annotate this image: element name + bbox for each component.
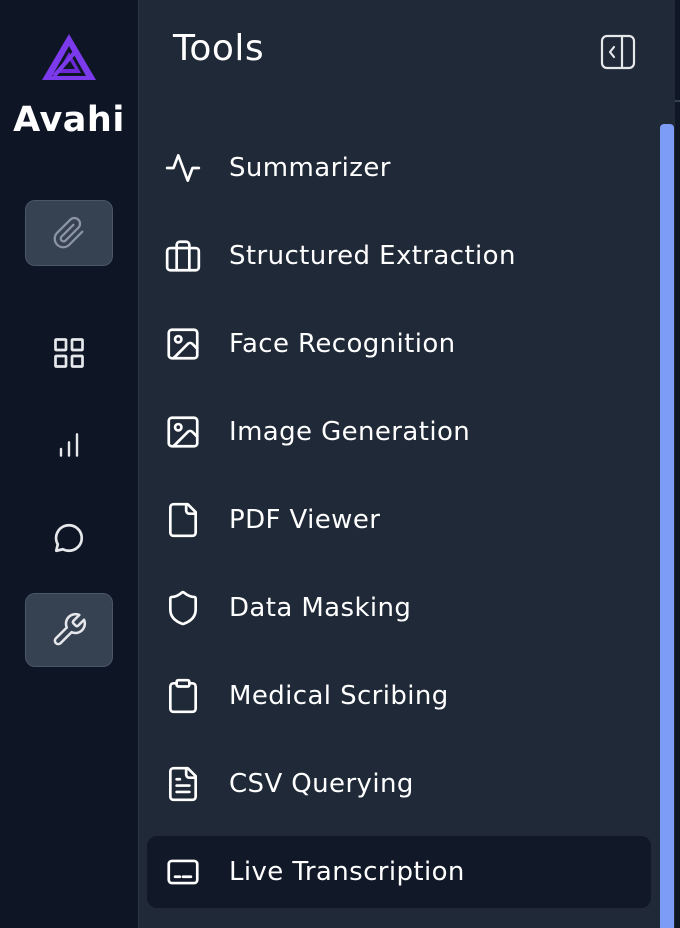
chat-bubble-icon (54, 523, 84, 553)
tool-list: Summarizer Structured Extraction Face Re… (147, 132, 651, 924)
bar-chart-icon (59, 433, 79, 457)
image-icon (167, 416, 199, 448)
tool-label: Summarizer (229, 153, 391, 183)
clipboard-icon (168, 678, 198, 714)
tool-label: Medical Scribing (229, 681, 449, 711)
tool-item-live-transcription[interactable]: Live Transcription (147, 836, 651, 908)
tool-item-structured-extraction[interactable]: Structured Extraction (147, 220, 651, 292)
tool-item-data-masking[interactable]: Data Masking (147, 572, 651, 644)
panel-scrollbar[interactable] (660, 124, 674, 928)
captions-icon (167, 859, 199, 885)
tool-item-pdf-viewer[interactable]: PDF Viewer (147, 484, 651, 556)
grid-icon (54, 338, 84, 368)
tool-label: PDF Viewer (229, 505, 381, 535)
tool-item-medical-scribing[interactable]: Medical Scribing (147, 660, 651, 732)
left-rail: Avahi (0, 0, 139, 928)
tool-item-image-generation[interactable]: Image Generation (147, 396, 651, 468)
right-edge (675, 0, 680, 928)
tool-label: Image Generation (229, 417, 471, 447)
rail-tools-button[interactable] (25, 593, 113, 667)
tool-label: Structured Extraction (229, 241, 516, 271)
tool-item-face-recognition[interactable]: Face Recognition (147, 308, 651, 380)
tool-label: Face Recognition (229, 329, 456, 359)
tool-label: CSV Querying (229, 769, 414, 799)
rail-analytics-button[interactable] (25, 412, 113, 478)
paperclip-icon (53, 216, 84, 249)
wrench-icon (53, 612, 87, 646)
rail-attach-button[interactable] (25, 200, 113, 266)
tool-label: Data Masking (229, 593, 412, 623)
image-icon (167, 328, 199, 360)
tool-label: Live Transcription (229, 857, 465, 887)
briefcase-icon (165, 240, 201, 272)
panel-collapse-icon[interactable] (599, 33, 637, 71)
file-icon (168, 502, 198, 538)
rail-chat-button[interactable] (25, 505, 113, 571)
header-divider (675, 100, 680, 102)
rail-dashboard-button[interactable] (25, 320, 113, 386)
shield-icon (168, 590, 198, 626)
tool-item-csv-querying[interactable]: CSV Querying (147, 748, 651, 820)
tools-panel: Tools Summarizer Structured Extraction F… (139, 0, 675, 928)
brand-name: Avahi (13, 100, 125, 140)
activity-icon (165, 153, 201, 183)
app-window: Avahi Tools Summarizer Structured Extrac… (0, 0, 680, 928)
file-text-icon (168, 766, 198, 802)
tool-item-summarizer[interactable]: Summarizer (147, 132, 651, 204)
panel-title: Tools (173, 28, 265, 69)
avahi-logo-icon (42, 34, 96, 80)
